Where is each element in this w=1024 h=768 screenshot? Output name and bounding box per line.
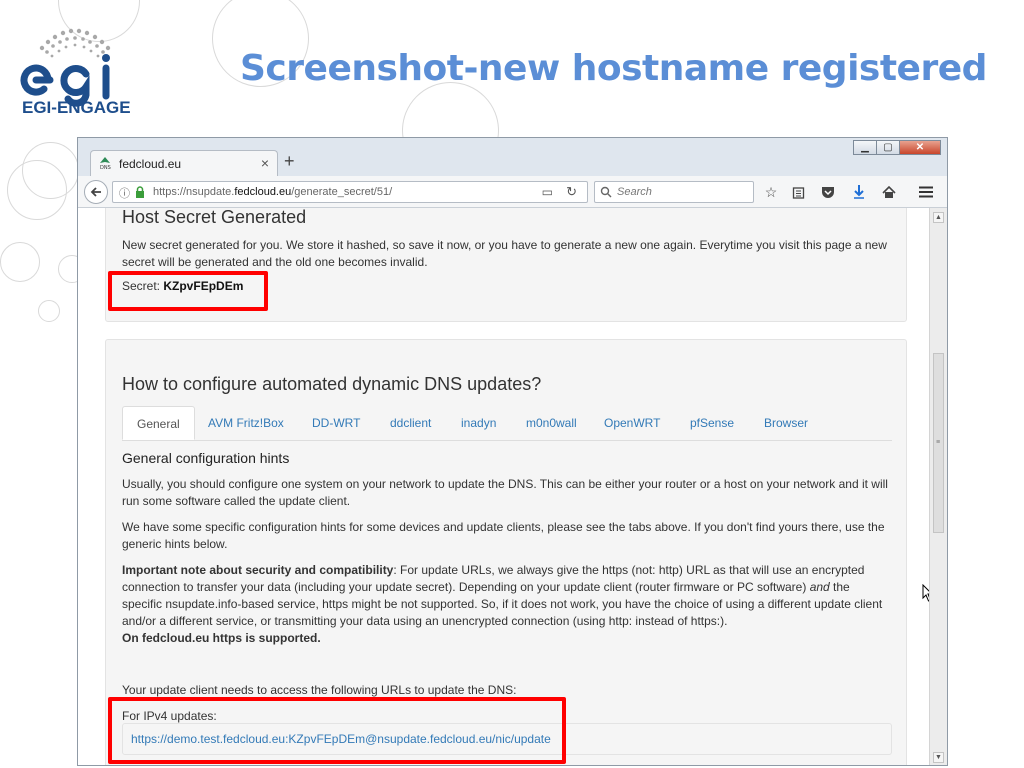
svg-text:DNS: DNS (100, 165, 111, 169)
tab-ddclient[interactable]: ddclient (390, 416, 431, 430)
back-arrow-icon (90, 187, 101, 197)
menu-icon[interactable] (917, 183, 935, 201)
tab-m0n0wall[interactable]: m0n0wall (526, 416, 577, 430)
tab-browser[interactable]: Browser (764, 416, 808, 430)
info-icon[interactable]: ⓘ (119, 185, 130, 201)
search-icon (600, 186, 612, 198)
search-input[interactable]: Search (594, 181, 754, 203)
favicon-icon: DNS (100, 157, 111, 169)
lock-icon (136, 186, 144, 198)
minimize-button[interactable]: ▁ (853, 140, 877, 155)
navigation-bar: ⓘ https://nsupdate.fedcloud.eu/generate_… (78, 176, 947, 208)
close-window-button[interactable]: ✕ (899, 140, 941, 155)
logo-text: EGI-ENGAGE (22, 98, 131, 117)
back-button[interactable] (84, 180, 108, 204)
url-highlight-box (108, 697, 566, 764)
browser-tab[interactable]: DNS fedcloud.eu × (90, 150, 278, 176)
decor-circle (0, 242, 40, 282)
hints-heading: General configuration hints (122, 450, 290, 466)
secret-description: New secret generated for you. We store i… (122, 238, 887, 269)
slide-title: Screenshot-new hostname registered (240, 48, 987, 89)
config-tabs: General AVM Fritz!Box DD-WRT ddclient in… (122, 406, 892, 441)
search-placeholder: Search (617, 186, 652, 198)
bookmark-star-icon[interactable]: ☆ (762, 183, 780, 201)
vertical-scrollbar[interactable]: ▲ ≡ ▼ (929, 208, 947, 765)
tab-general[interactable]: General (122, 406, 195, 440)
pocket-icon[interactable] (819, 183, 837, 201)
secret-highlight-box (108, 271, 268, 311)
maximize-button[interactable]: ▢ (876, 140, 900, 155)
hints-paragraph-1: Usually, you should configure one system… (122, 477, 888, 508)
new-tab-button[interactable]: + (284, 152, 295, 170)
close-tab-icon[interactable]: × (261, 155, 269, 171)
window-controls: ▁ ▢ ✕ (853, 140, 941, 155)
config-heading: How to configure automated dynamic DNS u… (122, 374, 542, 394)
security-note: Important note about security and compat… (122, 563, 883, 645)
url-text: https://nsupdate.fedcloud.eu/generate_se… (153, 186, 393, 198)
tab-avm-fritzbox[interactable]: AVM Fritz!Box (208, 416, 284, 430)
decor-circle (38, 300, 60, 322)
home-icon[interactable] (880, 183, 898, 201)
reading-list-icon[interactable] (789, 183, 807, 201)
browser-window: ▁ ▢ ✕ DNS fedcloud.eu × + ⓘ https://nsup… (77, 137, 948, 766)
tab-pfsense[interactable]: pfSense (690, 416, 734, 430)
url-bar[interactable]: ⓘ https://nsupdate.fedcloud.eu/generate_… (112, 181, 588, 203)
tab-inadyn[interactable]: inadyn (461, 416, 496, 430)
tab-title: fedcloud.eu (119, 157, 182, 171)
scroll-up-arrow-icon[interactable]: ▲ (933, 212, 944, 223)
scrollbar-thumb[interactable]: ≡ (933, 353, 944, 533)
decor-circle (7, 160, 67, 220)
download-icon[interactable] (850, 183, 868, 201)
hints-paragraph-2: We have some specific configuration hint… (122, 520, 885, 551)
scroll-down-arrow-icon[interactable]: ▼ (933, 752, 944, 763)
tab-openwrt[interactable]: OpenWRT (604, 416, 660, 430)
reader-view-icon[interactable]: ▭ (542, 185, 553, 199)
reload-icon[interactable]: ↻ (566, 184, 577, 200)
tab-dd-wrt[interactable]: DD-WRT (312, 416, 360, 430)
secret-heading: Host Secret Generated (122, 208, 307, 227)
